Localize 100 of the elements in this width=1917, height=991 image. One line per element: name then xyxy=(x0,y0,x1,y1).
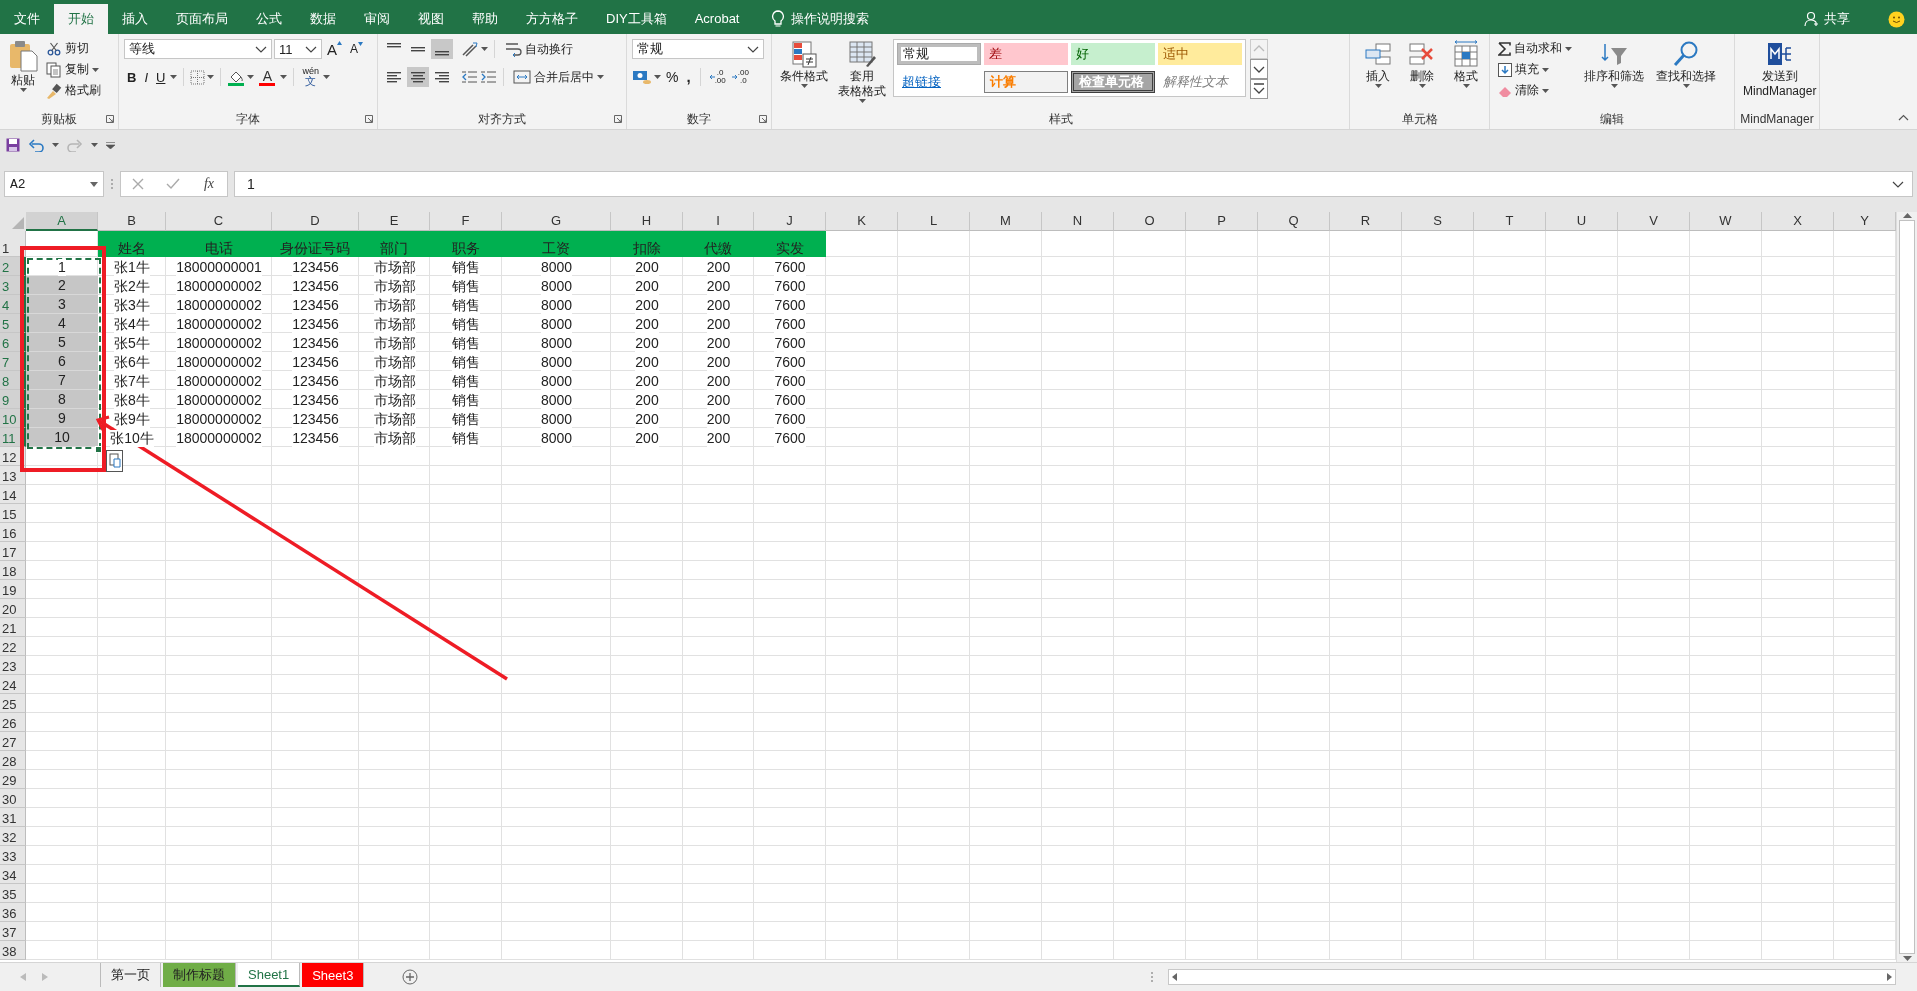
chevron-down-icon[interactable] xyxy=(255,45,267,53)
row-header[interactable]: 27 xyxy=(0,732,26,751)
scroll-up-icon[interactable] xyxy=(1902,212,1912,218)
cell-style-option[interactable]: 超链接 xyxy=(897,71,981,93)
find-select-button[interactable]: 查找和选择 xyxy=(1653,39,1719,89)
cell-style-option[interactable]: 解释性文本 xyxy=(1158,71,1242,93)
collapse-ribbon-icon[interactable] xyxy=(1898,114,1909,121)
column-header[interactable]: R xyxy=(1330,212,1402,231)
font-color-button[interactable]: A xyxy=(256,68,279,86)
ribbon-tab[interactable]: 数据 xyxy=(296,4,350,34)
check-icon[interactable] xyxy=(165,178,180,190)
caret-icon[interactable] xyxy=(1462,84,1470,88)
sort-filter-button[interactable]: 排序和筛选 xyxy=(1581,39,1647,89)
column-header[interactable]: K xyxy=(826,212,898,231)
ribbon-tab[interactable]: 页面布局 xyxy=(162,4,242,34)
format-painter-button[interactable]: 格式刷 xyxy=(43,81,104,100)
customize-toolbar-icon[interactable] xyxy=(106,141,115,149)
caret-icon[interactable] xyxy=(170,75,178,79)
copy-button[interactable]: 复制 xyxy=(43,60,104,79)
cell-style-option[interactable]: 好 xyxy=(1071,43,1155,65)
row-header[interactable]: 21 xyxy=(0,618,26,637)
increase-decimal-button[interactable]: .0 .00 xyxy=(706,68,728,85)
row-header[interactable]: 14 xyxy=(0,485,26,504)
column-header[interactable]: B xyxy=(98,212,166,231)
caret-icon[interactable] xyxy=(1374,84,1382,88)
ribbon-tab[interactable]: 方方格子 xyxy=(512,4,592,34)
chevron-down-icon[interactable] xyxy=(305,45,317,53)
dialog-launcher-icon[interactable] xyxy=(365,115,373,123)
format-as-table-button[interactable]: 套用 表格格式 xyxy=(835,39,889,104)
row-header[interactable]: 19 xyxy=(0,580,26,599)
caret-icon[interactable] xyxy=(800,84,808,88)
borders-icon[interactable] xyxy=(190,69,206,85)
italic-button[interactable]: I xyxy=(141,68,151,86)
row-header[interactable]: 17 xyxy=(0,542,26,561)
ribbon-tab[interactable]: 帮助 xyxy=(458,4,512,34)
person-add-icon[interactable] xyxy=(1804,11,1820,27)
cut-button[interactable]: 剪切 xyxy=(43,39,104,58)
insert-function-button[interactable]: fx xyxy=(201,176,216,192)
insert-cells-button[interactable]: 插入 xyxy=(1361,39,1395,89)
caret-icon[interactable] xyxy=(1565,46,1572,51)
caret-icon[interactable] xyxy=(1418,84,1426,88)
underline-button[interactable]: U xyxy=(153,68,169,86)
sheet-tab[interactable]: 第一页 xyxy=(101,963,161,987)
undo-icon[interactable] xyxy=(28,138,44,152)
column-header[interactable]: H xyxy=(611,212,683,231)
column-header[interactable]: E xyxy=(359,212,430,231)
phonetic-guide-button[interactable]: wén 文 xyxy=(300,67,321,87)
caret-icon[interactable] xyxy=(207,75,215,79)
vertical-scrollbar[interactable] xyxy=(1896,212,1917,962)
row-header[interactable]: 20 xyxy=(0,599,26,618)
lightbulb-icon[interactable] xyxy=(771,10,786,28)
caret-icon[interactable] xyxy=(247,75,255,79)
caret-icon[interactable] xyxy=(280,75,288,79)
horizontal-scrollbar[interactable] xyxy=(1168,969,1896,985)
row-header[interactable]: 26 xyxy=(0,713,26,732)
fill-handle[interactable] xyxy=(95,446,102,453)
column-header[interactable]: G xyxy=(502,212,611,231)
add-sheet-icon[interactable] xyxy=(402,969,419,985)
merge-center-button[interactable]: 合并后居中 xyxy=(510,67,607,87)
currency-icon[interactable] xyxy=(632,68,652,85)
row-header[interactable]: 38 xyxy=(0,941,26,960)
cell-style-option[interactable]: 常规 xyxy=(897,43,981,65)
percent-button[interactable]: % xyxy=(663,67,682,86)
column-header[interactable]: Q xyxy=(1258,212,1330,231)
increase-font-size-button[interactable]: A xyxy=(324,39,345,59)
share-button[interactable]: 共享 xyxy=(1824,10,1850,28)
column-header[interactable]: L xyxy=(898,212,970,231)
ribbon-tab[interactable]: 审阅 xyxy=(350,4,404,34)
font-size-dropdown[interactable]: 11 xyxy=(274,39,322,59)
chevron-down-icon[interactable] xyxy=(1892,180,1904,188)
increase-indent-icon[interactable] xyxy=(480,69,497,85)
ribbon-tab[interactable]: DIY工具箱 xyxy=(592,4,681,34)
caret-icon[interactable] xyxy=(322,75,330,79)
ribbon-tab[interactable]: 视图 xyxy=(404,4,458,34)
formula-input[interactable]: 1 xyxy=(234,171,1913,197)
tell-me-search[interactable]: 操作说明搜索 xyxy=(791,10,870,28)
paste-options-icon[interactable] xyxy=(106,450,123,472)
dialog-launcher-icon[interactable] xyxy=(759,115,767,123)
text-orientation-icon[interactable] xyxy=(461,41,479,57)
row-header[interactable]: 23 xyxy=(0,656,26,675)
chevron-down-icon[interactable] xyxy=(90,181,98,187)
row-header[interactable]: 1 xyxy=(0,231,26,257)
column-header[interactable]: U xyxy=(1546,212,1618,231)
row-header[interactable]: 30 xyxy=(0,789,26,808)
column-header[interactable]: V xyxy=(1618,212,1690,231)
caret-icon[interactable] xyxy=(1542,67,1549,72)
clear-button[interactable]: 清除 xyxy=(1495,81,1575,100)
column-header[interactable]: F xyxy=(430,212,502,231)
caret-icon[interactable] xyxy=(1682,84,1690,88)
conditional-formatting-button[interactable]: 条件格式 xyxy=(777,39,831,89)
column-header[interactable]: M xyxy=(970,212,1042,231)
row-header[interactable]: 22 xyxy=(0,637,26,656)
caret-icon[interactable] xyxy=(858,99,866,103)
column-header[interactable]: S xyxy=(1402,212,1474,231)
sheet-tab[interactable]: 制作标题 xyxy=(163,963,236,987)
ribbon-tab[interactable]: 开始 xyxy=(54,4,108,34)
row-header[interactable]: 25 xyxy=(0,694,26,713)
scroll-down-icon[interactable] xyxy=(1250,59,1268,79)
caret-icon[interactable] xyxy=(92,67,99,72)
dialog-launcher-icon[interactable] xyxy=(614,115,622,123)
